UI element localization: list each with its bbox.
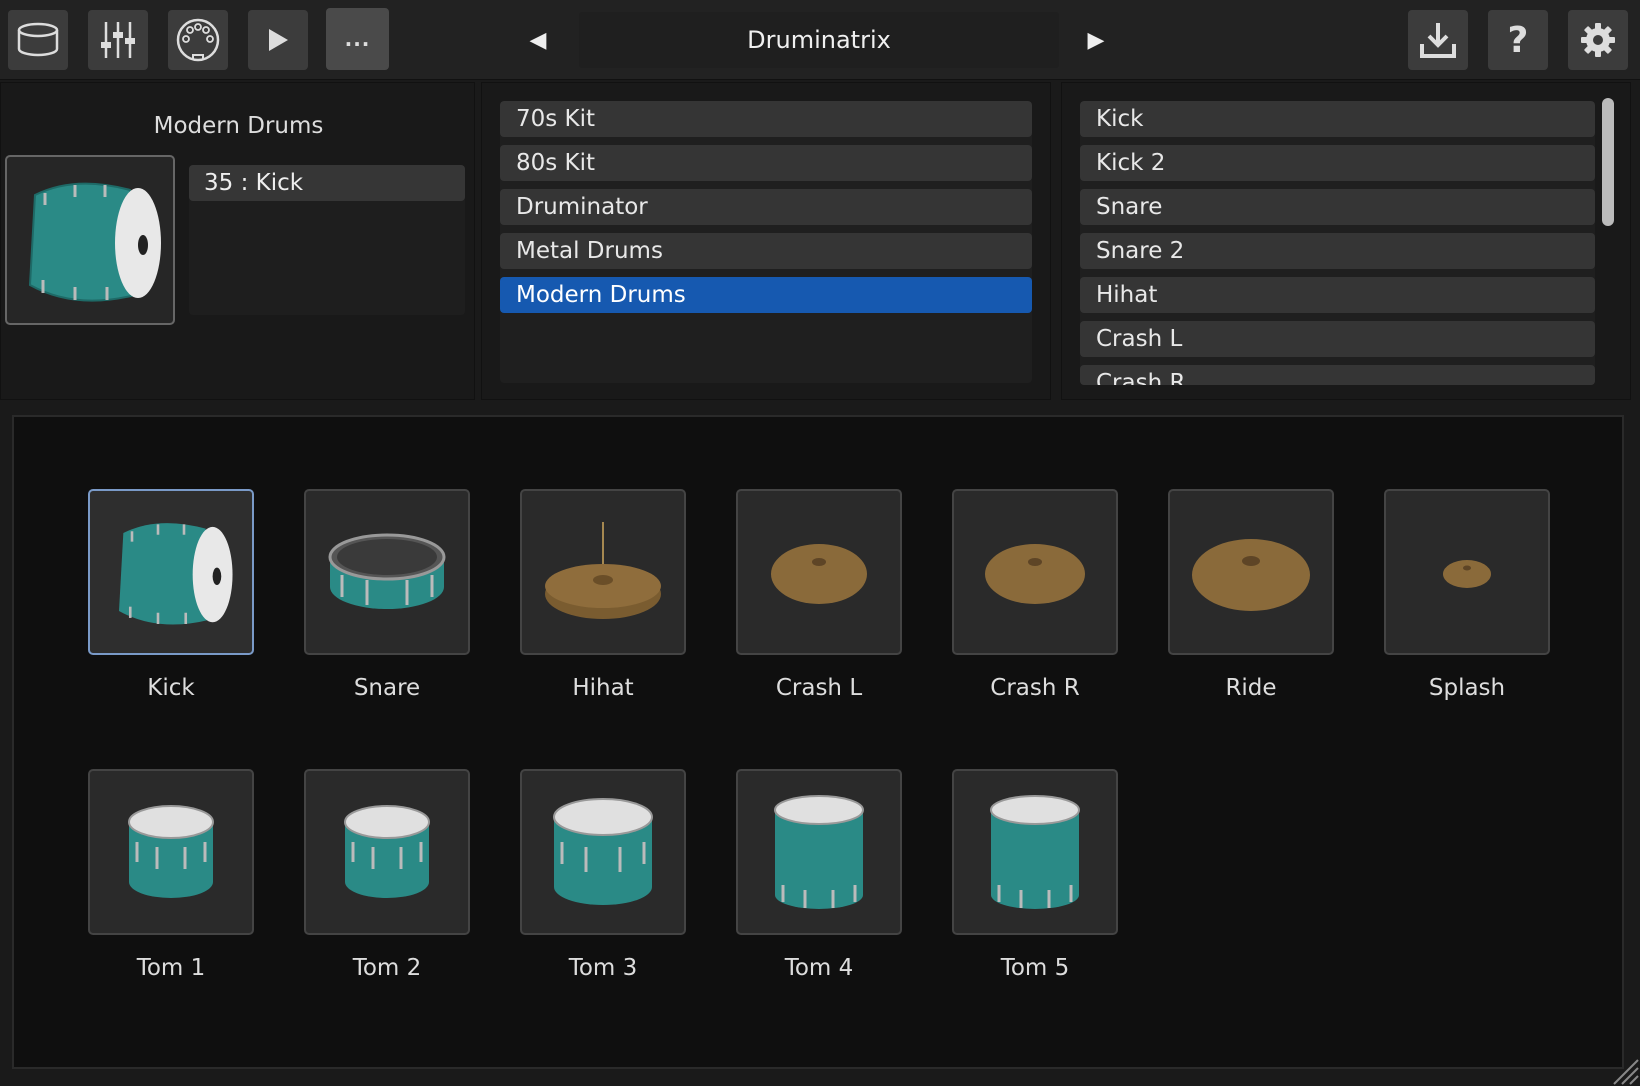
pad-button[interactable] (520, 489, 686, 655)
pad-tom-5[interactable]: Tom 5 (952, 769, 1118, 981)
pad-button[interactable] (736, 489, 902, 655)
crash-cymbal-icon (771, 544, 867, 604)
resize-grip-icon[interactable] (1604, 1050, 1640, 1086)
play-icon (269, 29, 288, 51)
pad-tom-3[interactable]: Tom 3 (520, 769, 686, 981)
kit-item-80s[interactable]: 80s Kit (500, 145, 1032, 181)
kit-item-metal-drums[interactable]: Metal Drums (500, 233, 1032, 269)
midi-button[interactable] (168, 10, 228, 70)
hihat-icon (545, 522, 661, 619)
pad-crash-r[interactable]: Crash R (952, 489, 1118, 701)
pad-button[interactable] (952, 489, 1118, 655)
crash-cymbal-icon (985, 544, 1085, 604)
pad-label: Ride (1225, 675, 1277, 701)
pad-button[interactable] (88, 489, 254, 655)
floor-tom-icon (990, 794, 1080, 909)
pad-button[interactable] (304, 769, 470, 935)
download-icon (1420, 23, 1456, 58)
pad-button[interactable] (736, 769, 902, 935)
drum-list-panel: Kick Kick 2 Snare Snare 2 Hihat Crash L … (1061, 82, 1631, 400)
right-arrow-icon: ▶ (1087, 27, 1105, 53)
tom-drum-icon (552, 798, 653, 905)
kit-list: 70s Kit 80s Kit Druminator Metal Drums M… (500, 101, 1032, 383)
midi-icon (176, 18, 220, 62)
gear-icon (1581, 23, 1615, 57)
preset-name-display[interactable]: Druminatrix (579, 12, 1059, 68)
pad-tom-2[interactable]: Tom 2 (304, 769, 470, 981)
pad-crash-l[interactable]: Crash L (736, 489, 902, 701)
preset-name: Druminatrix (747, 26, 891, 54)
note-list: 35 : Kick (189, 165, 465, 315)
pad-button[interactable] (952, 769, 1118, 935)
drum-item-snare-2[interactable]: Snare 2 (1080, 233, 1595, 269)
mixer-icon (101, 22, 135, 58)
pad-label: Tom 3 (568, 955, 638, 981)
note-item[interactable]: 35 : Kick (189, 165, 465, 201)
pad-button[interactable] (520, 769, 686, 935)
drum-pad-grid: Kick Snare Hihat Crash L Crash R Ride Sp… (12, 415, 1624, 1069)
toolbar: ... ◀ Druminatrix ▶ ? (0, 0, 1640, 80)
pad-button[interactable] (304, 489, 470, 655)
drum-item-kick-2[interactable]: Kick 2 (1080, 145, 1595, 181)
pad-label: Hihat (572, 675, 634, 701)
left-arrow-icon: ◀ (529, 27, 547, 53)
kit-list-panel: 70s Kit 80s Kit Druminator Metal Drums M… (481, 82, 1051, 400)
drum-list-scrollbar[interactable] (1602, 98, 1614, 226)
pad-ride[interactable]: Ride (1168, 489, 1334, 701)
pad-label: Tom 1 (136, 955, 206, 981)
pad-splash[interactable]: Splash (1384, 489, 1550, 701)
help-button[interactable]: ? (1488, 10, 1548, 70)
pad-label: Splash (1428, 675, 1506, 701)
pad-label: Tom 2 (352, 955, 422, 981)
pad-label: Crash L (775, 675, 863, 701)
kit-item-modern-drums[interactable]: Modern Drums (500, 277, 1032, 313)
drum-item-crash-r[interactable]: Crash R (1080, 365, 1595, 385)
drum-icon (17, 22, 59, 57)
splash-cymbal-icon (1443, 560, 1491, 588)
current-kit-panel: Modern Drums 35 : Kick (0, 82, 475, 400)
pad-tom-1[interactable]: Tom 1 (88, 769, 254, 981)
kit-thumbnail (5, 155, 175, 325)
pad-snare[interactable]: Snare (304, 489, 470, 701)
pad-button[interactable] (88, 769, 254, 935)
pad-button[interactable] (1168, 489, 1334, 655)
play-button[interactable] (248, 10, 308, 70)
kit-title: Modern Drums (153, 113, 324, 139)
tom-drum-icon (128, 805, 214, 898)
pad-label: Snare (353, 675, 421, 701)
pad-hihat[interactable]: Hihat (520, 489, 686, 701)
drum-list: Kick Kick 2 Snare Snare 2 Hihat Crash L … (1080, 101, 1595, 385)
pad-label: Crash R (990, 675, 1080, 701)
drum-item-kick[interactable]: Kick (1080, 101, 1595, 137)
snare-drum-icon (328, 533, 446, 609)
pad-tom-4[interactable]: Tom 4 (736, 769, 902, 981)
pad-button[interactable] (1384, 489, 1550, 655)
pad-kick[interactable]: Kick (88, 489, 254, 701)
more-label: ... (344, 27, 371, 51)
ride-cymbal-icon (1192, 539, 1310, 611)
previous-preset-button[interactable]: ◀ (518, 20, 558, 60)
tom-drum-icon (344, 805, 430, 898)
next-preset-button[interactable]: ▶ (1076, 20, 1116, 60)
kick-drum-icon (28, 182, 161, 302)
more-button[interactable]: ... (326, 8, 389, 70)
pad-label: Tom 4 (784, 955, 854, 981)
pad-label: Tom 5 (1000, 955, 1070, 981)
help-icon: ? (1507, 19, 1529, 61)
kit-item-druminator[interactable]: Druminator (500, 189, 1032, 225)
pad-label: Kick (147, 675, 195, 701)
settings-button[interactable] (1568, 10, 1628, 70)
floor-tom-icon (774, 794, 864, 909)
drum-item-crash-l[interactable]: Crash L (1080, 321, 1595, 357)
kick-drum-icon (119, 523, 233, 625)
drum-kit-button[interactable] (8, 10, 68, 70)
mixer-button[interactable] (88, 10, 148, 70)
drum-item-snare[interactable]: Snare (1080, 189, 1595, 225)
download-button[interactable] (1408, 10, 1468, 70)
drum-item-hihat[interactable]: Hihat (1080, 277, 1595, 313)
kit-item-70s[interactable]: 70s Kit (500, 101, 1032, 137)
